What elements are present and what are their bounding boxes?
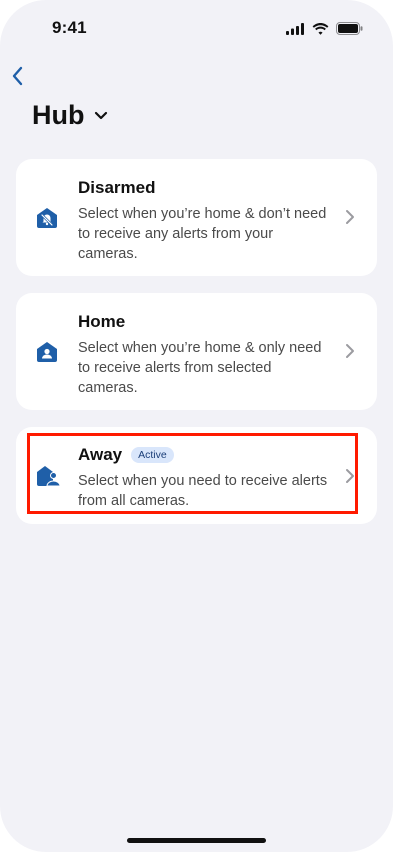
- mode-title-row: Disarmed: [78, 178, 331, 198]
- page-title: Hub: [32, 100, 85, 130]
- mode-description: Select when you’re home & only need to r…: [78, 340, 322, 396]
- mode-card-disarmed[interactable]: Disarmed Select when you’re home & don’t…: [16, 159, 377, 276]
- status-time: 9:41: [52, 18, 87, 37]
- mode-card-home[interactable]: Home Select when you’re home & only need…: [16, 293, 377, 410]
- mode-title: Disarmed: [78, 178, 156, 197]
- mode-title-row: Home: [78, 312, 331, 332]
- chevron-down-icon: [95, 111, 108, 119]
- battery-icon: [336, 22, 363, 35]
- status-bar: 9:41: [0, 0, 393, 56]
- status-icons: [286, 22, 363, 35]
- chevron-left-icon: [12, 66, 23, 86]
- back-button[interactable]: [6, 62, 28, 90]
- hub-selector[interactable]: Hub: [32, 100, 108, 131]
- home-person-icon: [37, 342, 57, 362]
- phone-screen: 9:41 Hub Disarmed Select when you’re hom…: [0, 0, 393, 852]
- home-indicator[interactable]: [127, 838, 266, 843]
- chevron-right-icon: [346, 344, 354, 358]
- bell-off-icon: [37, 208, 57, 228]
- mode-title: Home: [78, 312, 126, 331]
- chevron-right-icon: [346, 210, 354, 224]
- selection-highlight-box: [27, 433, 358, 514]
- mode-description: Select when you’re home & don’t need to …: [78, 206, 327, 262]
- wifi-icon: [312, 22, 329, 35]
- cellular-signal-icon: [286, 22, 304, 35]
